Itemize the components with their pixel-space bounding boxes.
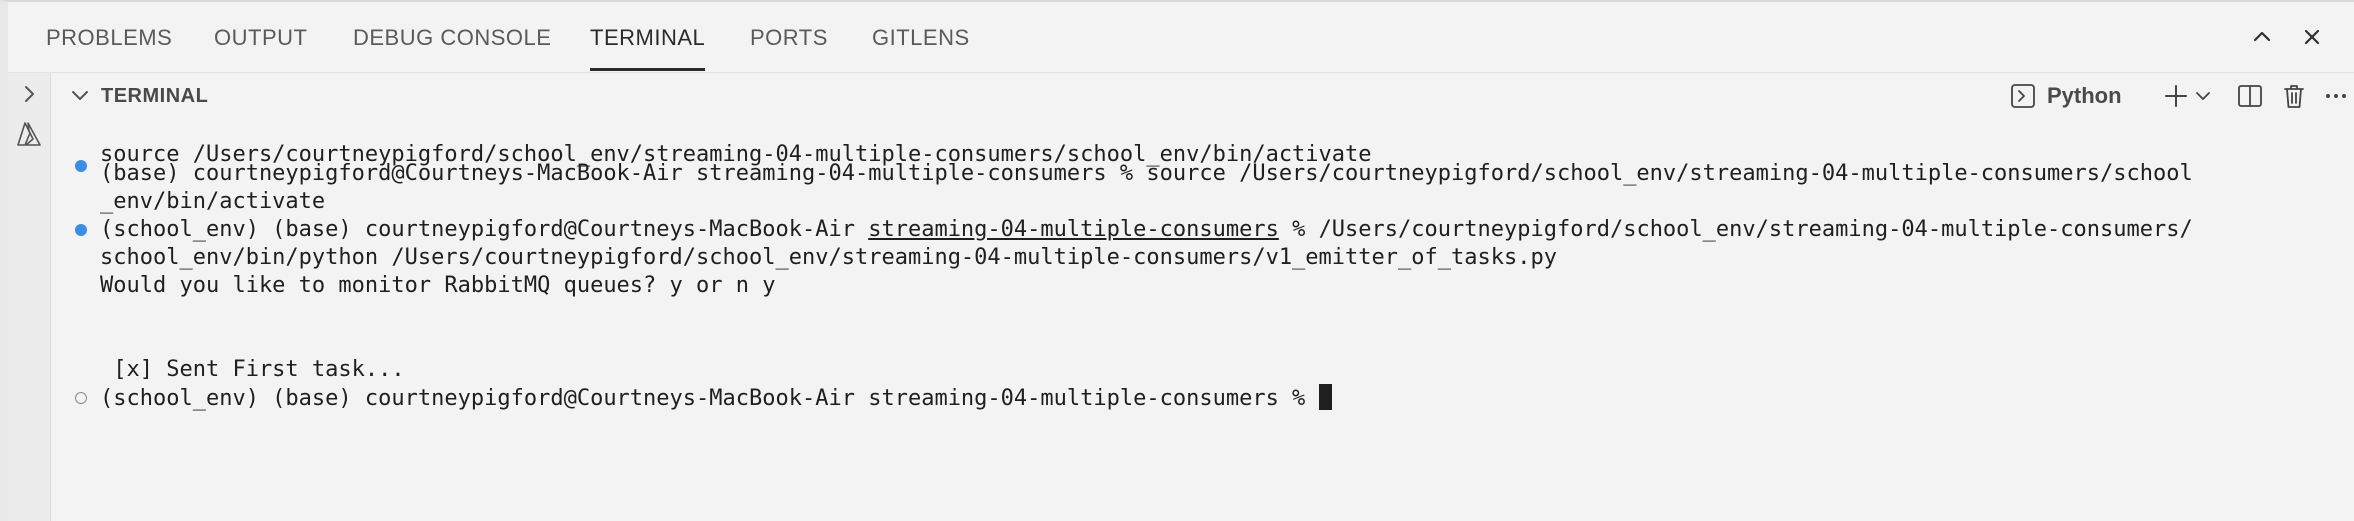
launch-profile-dropdown-icon[interactable] — [2191, 80, 2215, 112]
command-text: % /Users/courtneypigford/school_env/stre… — [1278, 217, 2193, 242]
terminal-line: [x] Sent First task... — [100, 357, 405, 382]
terminal-profile-label: Python — [2047, 83, 2122, 108]
terminal-line: _env/bin/activate — [100, 189, 326, 214]
command-pending-decoration[interactable] — [75, 392, 87, 404]
tab-ports[interactable]: PORTS — [750, 2, 828, 68]
python-terminal-icon — [2011, 84, 2035, 108]
add-terminal-icon[interactable] — [2161, 80, 2191, 112]
command-success-decoration[interactable] — [75, 160, 87, 172]
terminal-line: (school_env) (base) courtneypigford@Cour… — [100, 216, 2193, 244]
tab-problems[interactable]: PROBLEMS — [46, 2, 172, 68]
more-actions-icon[interactable] — [2319, 80, 2353, 112]
maximize-panel-icon[interactable] — [2245, 20, 2279, 54]
terminal-line: Would you like to monitor RabbitMQ queue… — [100, 273, 776, 298]
python-terminal-button[interactable]: Python — [2009, 80, 2122, 112]
tab-gitlens[interactable]: GITLENS — [872, 2, 970, 68]
kill-terminal-icon[interactable] — [2277, 80, 2311, 112]
prompt-text: (school_env) (base) courtneypigford@Cour… — [100, 217, 869, 242]
vscode-panel: PROBLEMS OUTPUT DEBUG CONSOLE TERMINAL P… — [0, 0, 2354, 521]
panel-tab-bar: PROBLEMS OUTPUT DEBUG CONSOLE TERMINAL P… — [8, 2, 2354, 73]
terminal-section-header: TERMINAL Python — [51, 73, 2354, 119]
terminal-cursor — [1318, 384, 1332, 410]
close-panel-icon[interactable] — [2295, 20, 2329, 54]
terminal-output[interactable]: source /Users/courtneypigford/school_env… — [51, 119, 2339, 521]
chevron-right-icon[interactable] — [12, 77, 46, 111]
tab-terminal[interactable]: TERMINAL — [590, 2, 706, 71]
terminal-section-title: TERMINAL — [101, 85, 209, 107]
terminal-path-link[interactable]: streaming-04-multiple-consumers — [868, 217, 1279, 242]
split-terminal-icon[interactable] — [2233, 80, 2267, 112]
side-strip — [8, 73, 51, 521]
azure-icon[interactable] — [12, 117, 46, 151]
terminal-line: (base) courtneypigford@Courtneys-MacBook… — [100, 161, 2193, 186]
tab-debug-console[interactable]: DEBUG CONSOLE — [353, 2, 551, 68]
terminal-prompt-line: (school_env) (base) courtneypigford@Cour… — [100, 384, 1332, 412]
prompt-text: (school_env) (base) courtneypigford@Cour… — [100, 386, 1319, 411]
command-success-decoration[interactable] — [75, 224, 87, 236]
chevron-down-icon[interactable] — [67, 83, 93, 109]
terminal-line: school_env/bin/python /Users/courtneypig… — [100, 245, 1557, 270]
tab-output[interactable]: OUTPUT — [214, 2, 307, 68]
